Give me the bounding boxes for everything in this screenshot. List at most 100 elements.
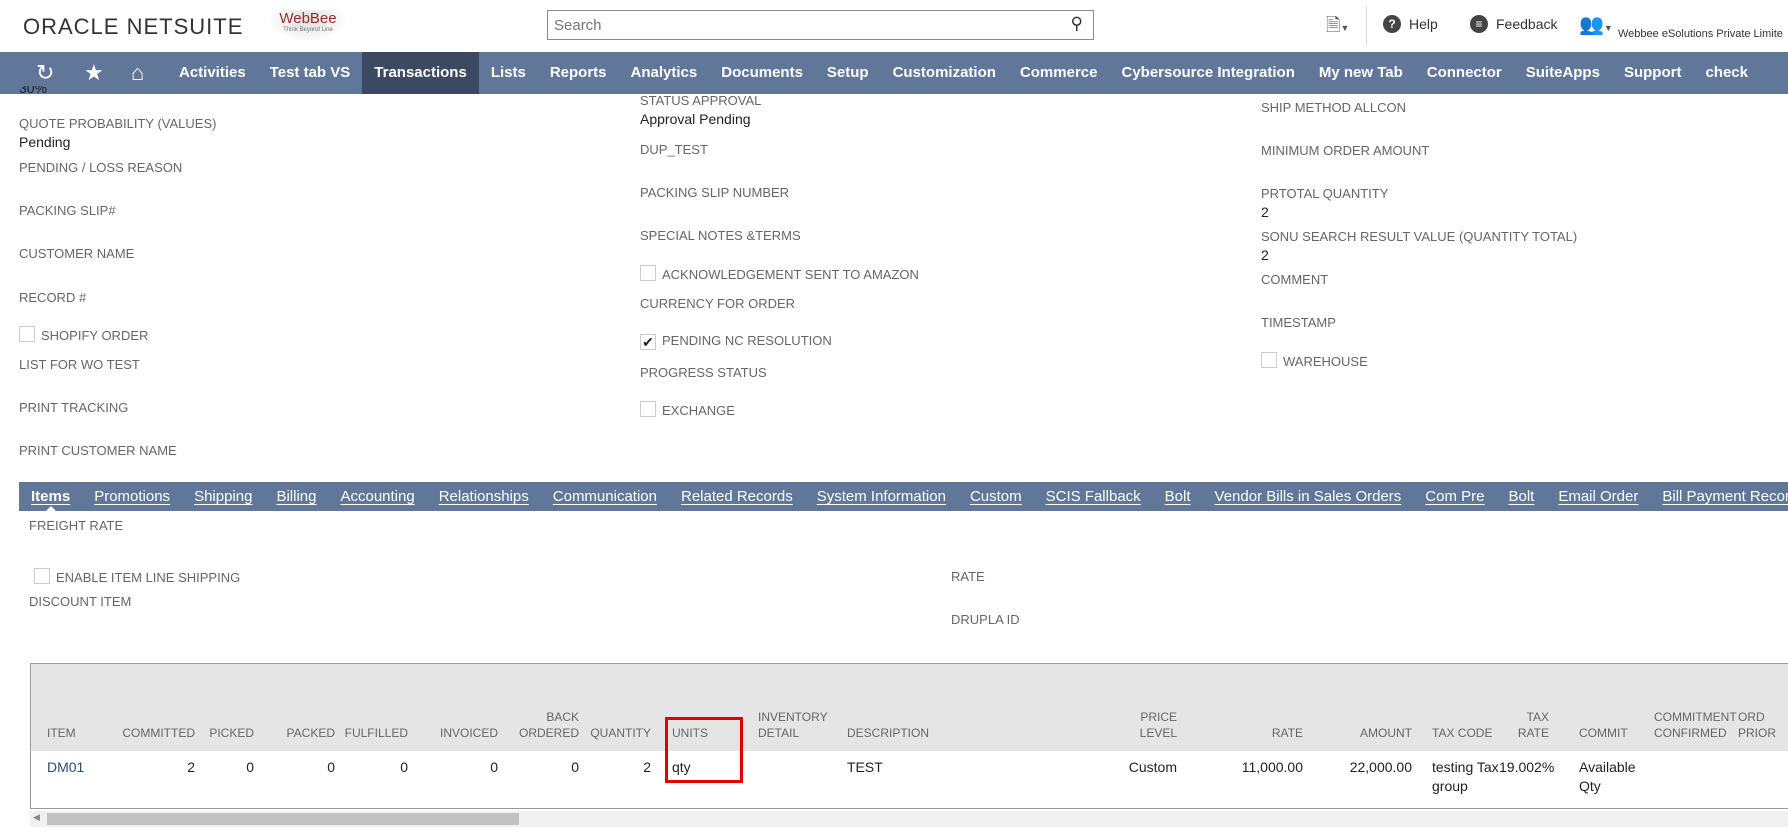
subtab-system-information[interactable]: System Information — [805, 482, 958, 511]
nav-item-documents[interactable]: Documents — [709, 52, 815, 94]
nav-item-check[interactable]: check — [1693, 52, 1760, 94]
subtab-items[interactable]: Items — [19, 482, 82, 511]
column-header-ord-prior[interactable]: ORD PRIOR — [1738, 709, 1788, 741]
field-sonu-search-result-value-quantity-total: SONU SEARCH RESULT VALUE (QUANTITY TOTAL… — [1261, 229, 1578, 244]
drupla-id-label: DRUPLA ID — [951, 612, 1020, 627]
nav-item-analytics[interactable]: Analytics — [619, 52, 710, 94]
subtab-bolt[interactable]: Bolt — [1153, 482, 1203, 511]
header-divider — [1366, 6, 1367, 46]
subtab-bolt[interactable]: Bolt — [1496, 482, 1546, 511]
nav-item-transactions[interactable]: Transactions — [362, 52, 479, 94]
help-link[interactable]: Help — [1409, 16, 1438, 32]
status-approval-value: Approval Pending — [640, 111, 751, 127]
scrollbar-thumb[interactable] — [47, 813, 519, 825]
cell-rate: 11,000.00 — [1241, 759, 1303, 775]
nav-item-suiteapps[interactable]: SuiteApps — [1514, 52, 1612, 94]
column-header-amount[interactable]: AMOUNT — [1322, 725, 1412, 741]
search-icon[interactable]: ⚲ — [1071, 14, 1083, 34]
nav-item-setup[interactable]: Setup — [815, 52, 881, 94]
nav-item-lists[interactable]: Lists — [479, 52, 538, 94]
nav-item-cybersource-integration[interactable]: Cybersource Integration — [1109, 52, 1306, 94]
cell-amount: 22,000.00 — [1349, 759, 1412, 775]
quote-probability-values-value: Pending — [19, 134, 71, 150]
exchange-checkbox[interactable] — [640, 401, 656, 417]
star-icon[interactable]: ★ — [84, 52, 104, 94]
cell-tax-rate: 19.002% — [1499, 759, 1555, 775]
nav-item-connector[interactable]: Connector — [1415, 52, 1514, 94]
field-customer-name: CUSTOMER NAME — [19, 246, 135, 261]
freight-rate-label: FREIGHT RATE — [29, 518, 124, 533]
subtab-accounting[interactable]: Accounting — [328, 482, 426, 511]
column-header-description[interactable]: DESCRIPTION — [847, 725, 929, 741]
nav-item-reports[interactable]: Reports — [538, 52, 619, 94]
rate-label: RATE — [951, 569, 985, 584]
column-header-invoiced[interactable]: INVOICED — [408, 725, 498, 741]
cell-picked: 0 — [246, 759, 254, 775]
column-header-quantity[interactable]: QUANTITY — [561, 725, 651, 741]
field-timestamp: TIMESTAMP — [1261, 315, 1336, 330]
field-exchange: EXCHANGE — [640, 401, 735, 418]
home-icon[interactable]: ⌂ — [131, 52, 144, 94]
nav-item-commerce[interactable]: Commerce — [1008, 52, 1110, 94]
nav-item-customization[interactable]: Customization — [881, 52, 1008, 94]
shopify-order-label: SHOPIFY ORDER — [41, 328, 149, 343]
subtab-scis-fallback[interactable]: SCIS Fallback — [1034, 482, 1153, 511]
feedback-icon[interactable]: ≡ — [1470, 15, 1488, 33]
field-ship-method-allcon: SHIP METHOD ALLCON — [1261, 100, 1406, 115]
column-header-inventory-detail[interactable]: INVENTORY DETAIL — [758, 709, 828, 741]
column-header-tax-rate[interactable]: TAX RATE — [1499, 709, 1549, 741]
field-status-approval: STATUS APPROVAL — [640, 93, 762, 108]
subtab-com-pre[interactable]: Com Pre — [1413, 482, 1496, 511]
company-name[interactable]: Webbee eSolutions Private Limite — [1618, 28, 1783, 40]
feedback-link[interactable]: Feedback — [1496, 16, 1557, 32]
nav-item-activities[interactable]: Activities — [167, 52, 258, 94]
column-header-commit[interactable]: COMMIT — [1579, 725, 1639, 741]
column-header-picked[interactable]: PICKED — [164, 725, 254, 741]
subtab-custom[interactable]: Custom — [958, 482, 1034, 511]
cell-item[interactable]: DM01 — [47, 758, 84, 777]
subtab-promotions[interactable]: Promotions — [82, 482, 182, 511]
subtab-relationships[interactable]: Relationships — [427, 482, 541, 511]
netsuite-logo[interactable]: ORACLE NETSUITE — [23, 14, 243, 40]
partner-logo: WebBee Think Beyond Line — [268, 10, 348, 42]
subtab-bill-payment-record[interactable]: Bill Payment Record — [1650, 482, 1788, 511]
partner-logo-text: WebBee — [279, 10, 337, 27]
enable-item-line-shipping-checkbox[interactable] — [34, 568, 50, 584]
scroll-left-arrow-icon[interactable]: ◀ — [33, 812, 40, 823]
field-print-customer-name: PRINT CUSTOMER NAME — [19, 443, 177, 458]
field-list-for-wo-test: LIST FOR WO TEST — [19, 357, 140, 372]
field-packing-slip-number: PACKING SLIP NUMBER — [640, 185, 790, 200]
subtab-billing[interactable]: Billing — [264, 482, 328, 511]
global-search: ⚲ — [547, 10, 1094, 40]
column-header-commitment-confirmed[interactable]: COMMITMENT CONFIRMED — [1654, 709, 1744, 741]
user-roles-icon[interactable]: 👥▼ — [1579, 12, 1613, 37]
field-comment: COMMENT — [1261, 272, 1329, 287]
subtab-vendor-bills-in-sales-orders[interactable]: Vendor Bills in Sales Orders — [1203, 482, 1414, 511]
field-quote-probability-values: QUOTE PROBABILITY (VALUES) — [19, 116, 217, 131]
nav-item-my-new-tab[interactable]: My new Tab — [1307, 52, 1415, 94]
column-header-item[interactable]: ITEM — [47, 725, 76, 741]
create-new-icon[interactable]: 🗎▼ — [1326, 13, 1349, 43]
acknowledgement-sent-to-amazon-checkbox[interactable] — [640, 265, 656, 281]
enable-item-line-shipping-label: ENABLE ITEM LINE SHIPPING — [56, 570, 241, 585]
horizontal-scrollbar[interactable]: ◀ — [30, 811, 1788, 827]
nav-item-support[interactable]: Support — [1612, 52, 1694, 94]
search-input[interactable] — [548, 11, 1048, 39]
table-header: ITEM COMMITTED PICKED PACKED FULFILLED INVOIC… — [31, 664, 1788, 751]
column-header-price-level[interactable]: PRICE LEVEL — [1117, 709, 1177, 741]
subtab-email-order[interactable]: Email Order — [1546, 482, 1650, 511]
column-header-rate[interactable]: RATE — [1213, 725, 1303, 741]
nav-item-test-tab-vs[interactable]: Test tab VS — [258, 52, 363, 94]
sonu-search-result-value-quantity-total-value: 2 — [1261, 247, 1269, 263]
subtab-related-records[interactable]: Related Records — [669, 482, 805, 511]
subtab-communication[interactable]: Communication — [541, 482, 669, 511]
subtab-shipping[interactable]: Shipping — [182, 482, 264, 511]
field-currency-for-order: CURRENCY FOR ORDER — [640, 296, 796, 311]
column-header-fulfilled[interactable]: FULFILLED — [318, 725, 408, 741]
field-progress-status: PROGRESS STATUS — [640, 365, 767, 380]
help-icon[interactable]: ? — [1383, 15, 1401, 33]
pending-nc-resolution-checkbox[interactable]: ✔ — [640, 334, 656, 350]
warehouse-checkbox[interactable] — [1261, 352, 1277, 368]
cell-invoiced: 0 — [490, 759, 498, 775]
shopify-order-checkbox[interactable] — [19, 326, 35, 342]
